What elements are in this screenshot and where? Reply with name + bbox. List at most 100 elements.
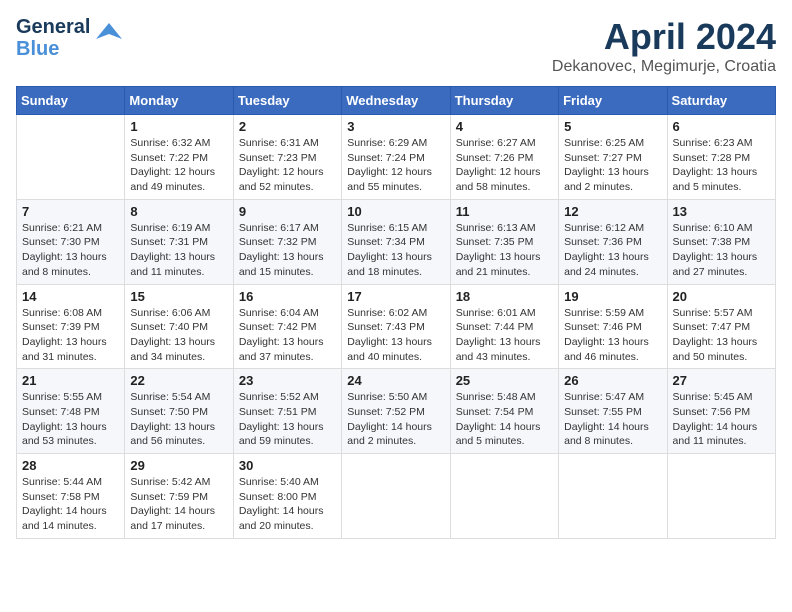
day-info: Sunrise: 6:01 AM Sunset: 7:44 PM Dayligh… [456, 306, 553, 365]
day-number: 11 [456, 204, 553, 219]
week-row-4: 21 Sunrise: 5:55 AM Sunset: 7:48 PM Dayli… [17, 369, 776, 454]
calendar-cell: 13 Sunrise: 6:10 AM Sunset: 7:38 PM Dayli… [667, 199, 775, 284]
calendar-cell [342, 454, 450, 539]
calendar-cell: 5 Sunrise: 6:25 AM Sunset: 7:27 PM Daylig… [559, 115, 667, 200]
day-info: Sunrise: 6:32 AM Sunset: 7:22 PM Dayligh… [130, 136, 227, 195]
calendar-cell: 4 Sunrise: 6:27 AM Sunset: 7:26 PM Daylig… [450, 115, 558, 200]
day-number: 22 [130, 373, 227, 388]
logo-general: General [16, 16, 90, 38]
day-number: 10 [347, 204, 444, 219]
day-number: 30 [239, 458, 336, 473]
calendar-cell: 19 Sunrise: 5:59 AM Sunset: 7:46 PM Dayli… [559, 284, 667, 369]
day-info: Sunrise: 6:27 AM Sunset: 7:26 PM Dayligh… [456, 136, 553, 195]
day-info: Sunrise: 5:45 AM Sunset: 7:56 PM Dayligh… [673, 390, 770, 449]
logo-bird-icon [94, 21, 124, 51]
day-info: Sunrise: 6:23 AM Sunset: 7:28 PM Dayligh… [673, 136, 770, 195]
day-number: 20 [673, 289, 770, 304]
day-number: 15 [130, 289, 227, 304]
day-number: 5 [564, 119, 661, 134]
day-info: Sunrise: 6:08 AM Sunset: 7:39 PM Dayligh… [22, 306, 119, 365]
day-info: Sunrise: 5:52 AM Sunset: 7:51 PM Dayligh… [239, 390, 336, 449]
calendar-cell [667, 454, 775, 539]
calendar-cell: 3 Sunrise: 6:29 AM Sunset: 7:24 PM Daylig… [342, 115, 450, 200]
day-number: 12 [564, 204, 661, 219]
calendar-cell [450, 454, 558, 539]
day-info: Sunrise: 6:13 AM Sunset: 7:35 PM Dayligh… [456, 221, 553, 280]
day-info: Sunrise: 6:25 AM Sunset: 7:27 PM Dayligh… [564, 136, 661, 195]
day-info: Sunrise: 6:15 AM Sunset: 7:34 PM Dayligh… [347, 221, 444, 280]
day-info: Sunrise: 6:19 AM Sunset: 7:31 PM Dayligh… [130, 221, 227, 280]
calendar-cell: 26 Sunrise: 5:47 AM Sunset: 7:55 PM Dayli… [559, 369, 667, 454]
day-header-sunday: Sunday [17, 87, 125, 115]
day-info: Sunrise: 5:44 AM Sunset: 7:58 PM Dayligh… [22, 475, 119, 534]
calendar-cell: 16 Sunrise: 6:04 AM Sunset: 7:42 PM Dayli… [233, 284, 341, 369]
calendar-cell: 7 Sunrise: 6:21 AM Sunset: 7:30 PM Daylig… [17, 199, 125, 284]
day-number: 24 [347, 373, 444, 388]
day-info: Sunrise: 6:06 AM Sunset: 7:40 PM Dayligh… [130, 306, 227, 365]
calendar-cell: 23 Sunrise: 5:52 AM Sunset: 7:51 PM Dayli… [233, 369, 341, 454]
day-number: 26 [564, 373, 661, 388]
day-number: 3 [347, 119, 444, 134]
day-number: 27 [673, 373, 770, 388]
day-info: Sunrise: 6:12 AM Sunset: 7:36 PM Dayligh… [564, 221, 661, 280]
day-info: Sunrise: 5:59 AM Sunset: 7:46 PM Dayligh… [564, 306, 661, 365]
calendar-cell [17, 115, 125, 200]
calendar-cell: 27 Sunrise: 5:45 AM Sunset: 7:56 PM Dayli… [667, 369, 775, 454]
calendar-cell: 2 Sunrise: 6:31 AM Sunset: 7:23 PM Daylig… [233, 115, 341, 200]
day-info: Sunrise: 5:54 AM Sunset: 7:50 PM Dayligh… [130, 390, 227, 449]
calendar-cell: 28 Sunrise: 5:44 AM Sunset: 7:58 PM Dayli… [17, 454, 125, 539]
day-number: 14 [22, 289, 119, 304]
calendar-cell: 8 Sunrise: 6:19 AM Sunset: 7:31 PM Daylig… [125, 199, 233, 284]
calendar-cell: 22 Sunrise: 5:54 AM Sunset: 7:50 PM Dayli… [125, 369, 233, 454]
day-info: Sunrise: 5:57 AM Sunset: 7:47 PM Dayligh… [673, 306, 770, 365]
week-row-2: 7 Sunrise: 6:21 AM Sunset: 7:30 PM Daylig… [17, 199, 776, 284]
day-info: Sunrise: 6:29 AM Sunset: 7:24 PM Dayligh… [347, 136, 444, 195]
day-number: 8 [130, 204, 227, 219]
day-info: Sunrise: 5:55 AM Sunset: 7:48 PM Dayligh… [22, 390, 119, 449]
day-number: 7 [22, 204, 119, 219]
day-number: 4 [456, 119, 553, 134]
day-number: 16 [239, 289, 336, 304]
calendar-cell: 11 Sunrise: 6:13 AM Sunset: 7:35 PM Dayli… [450, 199, 558, 284]
calendar-header: SundayMondayTuesdayWednesdayThursdayFrid… [17, 87, 776, 115]
day-info: Sunrise: 5:42 AM Sunset: 7:59 PM Dayligh… [130, 475, 227, 534]
day-number: 6 [673, 119, 770, 134]
calendar-cell: 30Sunrise: 5:40 AM Sunset: 8:00 PM Dayli… [233, 454, 341, 539]
day-number: 13 [673, 204, 770, 219]
day-info: Sunrise: 5:48 AM Sunset: 7:54 PM Dayligh… [456, 390, 553, 449]
day-info: Sunrise: 6:17 AM Sunset: 7:32 PM Dayligh… [239, 221, 336, 280]
day-header-friday: Friday [559, 87, 667, 115]
day-header-tuesday: Tuesday [233, 87, 341, 115]
day-number: 19 [564, 289, 661, 304]
day-number: 1 [130, 119, 227, 134]
week-row-3: 14 Sunrise: 6:08 AM Sunset: 7:39 PM Dayli… [17, 284, 776, 369]
title-block: April 2024 Dekanovec, Megimurje, Croatia [552, 16, 776, 76]
day-header-saturday: Saturday [667, 87, 775, 115]
day-number: 2 [239, 119, 336, 134]
calendar-title: April 2024 [552, 16, 776, 58]
calendar-cell: 18Sunrise: 6:01 AM Sunset: 7:44 PM Dayli… [450, 284, 558, 369]
calendar-table: SundayMondayTuesdayWednesdayThursdayFrid… [16, 86, 776, 539]
day-number: 9 [239, 204, 336, 219]
calendar-cell: 12 Sunrise: 6:12 AM Sunset: 7:36 PM Dayli… [559, 199, 667, 284]
week-row-5: 28 Sunrise: 5:44 AM Sunset: 7:58 PM Dayli… [17, 454, 776, 539]
day-number: 23 [239, 373, 336, 388]
day-number: 21 [22, 373, 119, 388]
day-info: Sunrise: 6:10 AM Sunset: 7:38 PM Dayligh… [673, 221, 770, 280]
day-info: Sunrise: 5:47 AM Sunset: 7:55 PM Dayligh… [564, 390, 661, 449]
day-info: Sunrise: 5:50 AM Sunset: 7:52 PM Dayligh… [347, 390, 444, 449]
calendar-cell: 29 Sunrise: 5:42 AM Sunset: 7:59 PM Dayli… [125, 454, 233, 539]
calendar-cell: 25 Sunrise: 5:48 AM Sunset: 7:54 PM Dayli… [450, 369, 558, 454]
day-number: 28 [22, 458, 119, 473]
day-info: Sunrise: 6:21 AM Sunset: 7:30 PM Dayligh… [22, 221, 119, 280]
day-info: Sunrise: 6:04 AM Sunset: 7:42 PM Dayligh… [239, 306, 336, 365]
calendar-cell: 1 Sunrise: 6:32 AM Sunset: 7:22 PM Daylig… [125, 115, 233, 200]
calendar-cell: 24 Sunrise: 5:50 AM Sunset: 7:52 PM Dayli… [342, 369, 450, 454]
day-header-wednesday: Wednesday [342, 87, 450, 115]
day-info: Sunrise: 6:31 AM Sunset: 7:23 PM Dayligh… [239, 136, 336, 195]
calendar-cell: 14 Sunrise: 6:08 AM Sunset: 7:39 PM Dayli… [17, 284, 125, 369]
day-number: 25 [456, 373, 553, 388]
day-header-monday: Monday [125, 87, 233, 115]
day-number: 29 [130, 458, 227, 473]
calendar-subtitle: Dekanovec, Megimurje, Croatia [552, 58, 776, 76]
